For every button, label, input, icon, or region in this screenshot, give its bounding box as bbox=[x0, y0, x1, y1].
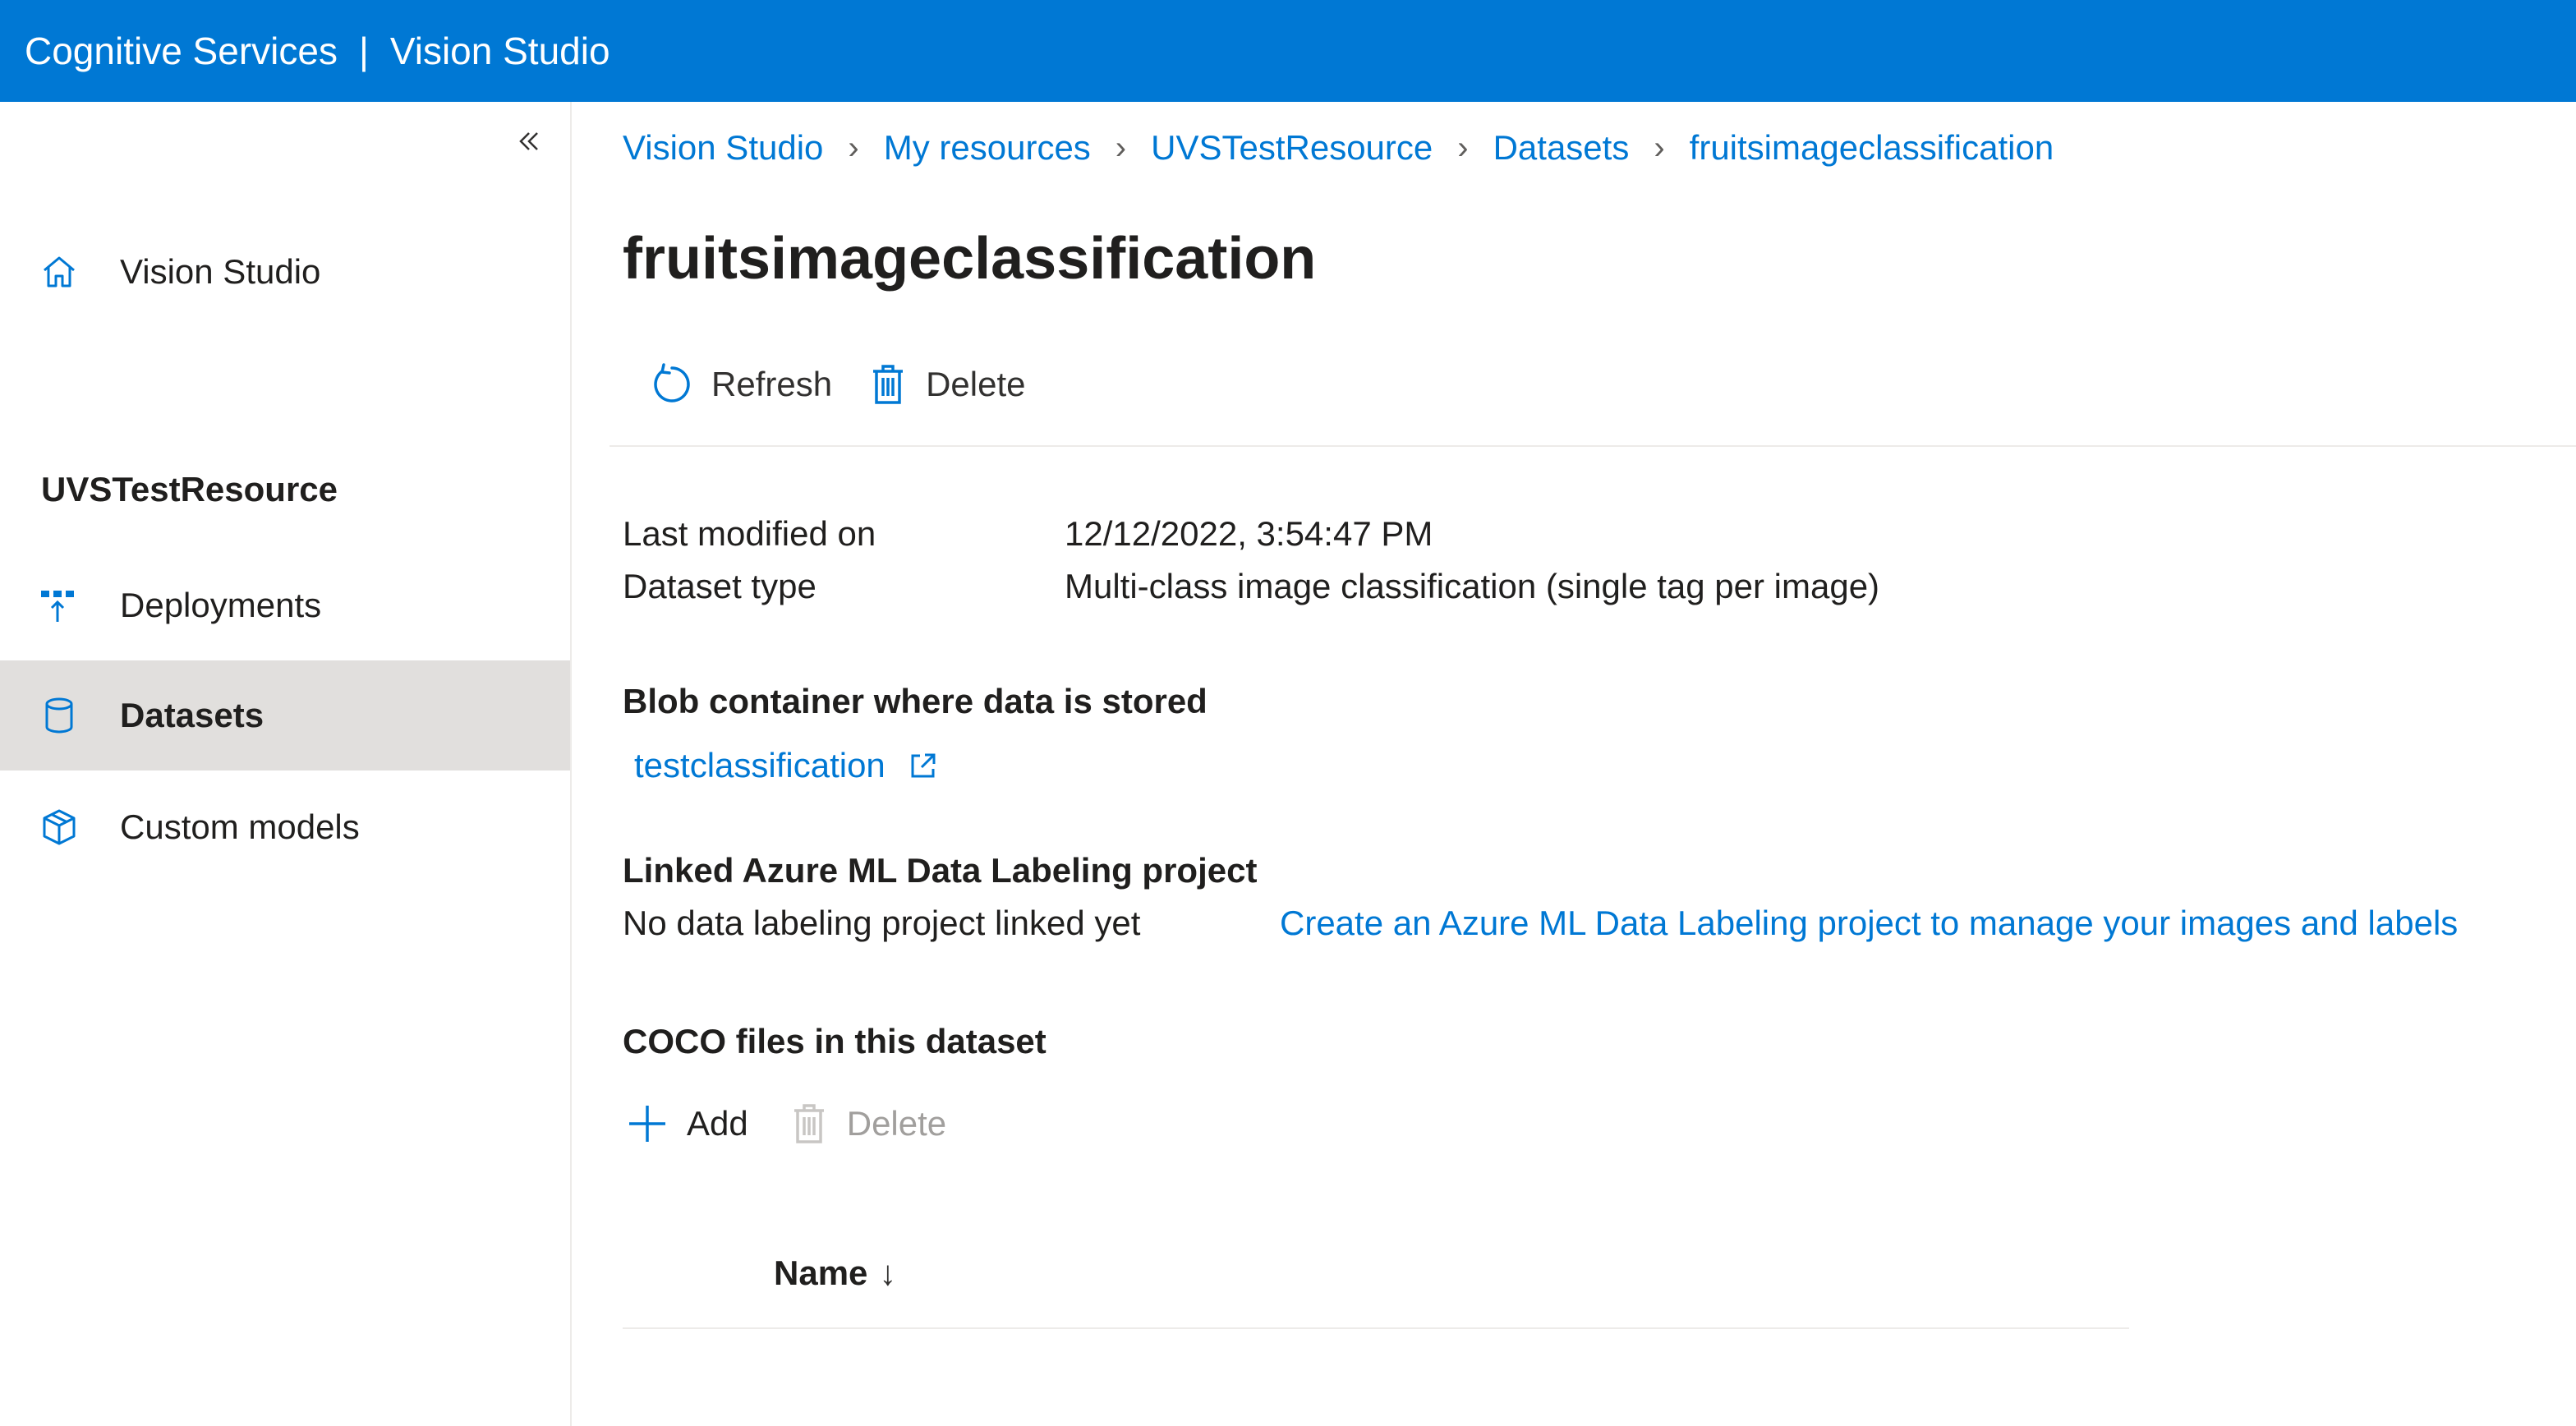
chevron-right-icon: › bbox=[1654, 129, 1665, 166]
refresh-button[interactable]: Refresh bbox=[651, 363, 832, 406]
column-header-label: Name bbox=[774, 1254, 868, 1292]
blob-heading: Blob container where data is stored bbox=[623, 682, 1208, 720]
breadcrumb-my-resources[interactable]: My resources bbox=[884, 128, 1091, 168]
toolbar-divider bbox=[610, 445, 2576, 447]
app-title[interactable]: Vision Studio bbox=[390, 29, 610, 73]
external-link-icon bbox=[911, 753, 936, 778]
create-labeling-project-link[interactable]: Create an Azure ML Data Labeling project… bbox=[1280, 904, 2458, 943]
cube-icon bbox=[39, 807, 79, 847]
refresh-label: Refresh bbox=[711, 365, 833, 403]
breadcrumb-datasets[interactable]: Datasets bbox=[1493, 128, 1630, 168]
sort-down-icon: ↓ bbox=[879, 1254, 897, 1292]
column-header-name[interactable]: Name ↓ bbox=[774, 1254, 896, 1293]
home-icon bbox=[39, 252, 79, 292]
coco-toolbar: Add Delete bbox=[626, 1102, 982, 1145]
sidebar-item-deployments[interactable]: Deployments bbox=[0, 550, 570, 660]
page-title: fruitsimageclassification bbox=[623, 226, 1317, 292]
labeling-status: No data labeling project linked yet bbox=[623, 904, 1141, 942]
sidebar-item-datasets[interactable]: Datasets bbox=[0, 660, 570, 770]
breadcrumb: Vision Studio › My resources › UVSTestRe… bbox=[623, 128, 2054, 168]
coco-heading: COCO files in this dataset bbox=[623, 1022, 1046, 1060]
breadcrumb-resource[interactable]: UVSTestResource bbox=[1151, 128, 1433, 168]
chevron-right-icon: › bbox=[1115, 129, 1127, 166]
table-header-divider bbox=[623, 1327, 2129, 1329]
trash-icon bbox=[794, 1104, 824, 1143]
deployments-icon bbox=[39, 586, 79, 625]
add-button[interactable]: Add bbox=[626, 1102, 748, 1145]
trash-icon bbox=[873, 365, 904, 404]
breadcrumb-vision-studio[interactable]: Vision Studio bbox=[623, 128, 823, 168]
detail-label: Last modified on bbox=[623, 514, 876, 553]
sidebar-item-label: Deployments bbox=[120, 586, 322, 624]
sidebar-item-label: Datasets bbox=[120, 696, 264, 734]
chevron-right-icon: › bbox=[848, 129, 859, 166]
main-content: Vision Studio › My resources › UVSTestRe… bbox=[572, 102, 2576, 1426]
blob-link-label[interactable]: testclassification bbox=[634, 746, 886, 785]
brand-title[interactable]: Cognitive Services bbox=[25, 29, 338, 73]
delete-button[interactable]: Delete bbox=[868, 363, 1025, 406]
page-toolbar: Refresh Delete bbox=[651, 363, 1061, 406]
sidebar-item-vision-studio[interactable]: Vision Studio bbox=[0, 217, 570, 327]
add-label: Add bbox=[687, 1104, 748, 1143]
refresh-icon bbox=[654, 363, 690, 402]
detail-value: 12/12/2022, 3:54:47 PM bbox=[1065, 514, 1433, 553]
database-icon bbox=[39, 696, 79, 735]
plus-icon bbox=[629, 1106, 665, 1142]
blob-link[interactable]: testclassification bbox=[634, 746, 938, 785]
sidebar-item-label: Vision Studio bbox=[120, 252, 321, 291]
coco-delete-button[interactable]: Delete bbox=[789, 1102, 946, 1145]
chevron-right-icon: › bbox=[1457, 129, 1469, 166]
top-app-bar: Cognitive Services | Vision Studio bbox=[0, 0, 2576, 102]
sidebar-item-custom-models[interactable]: Custom models bbox=[0, 772, 570, 882]
coco-delete-label: Delete bbox=[846, 1104, 947, 1143]
detail-label: Dataset type bbox=[623, 567, 816, 605]
sidebar: Vision Studio UVSTestResource Deployment… bbox=[0, 102, 572, 1426]
sidebar-item-label: Custom models bbox=[120, 807, 360, 846]
delete-label: Delete bbox=[926, 365, 1026, 403]
breadcrumb-current[interactable]: fruitsimageclassification bbox=[1690, 128, 2054, 168]
header-separator: | bbox=[358, 30, 369, 72]
labeling-heading: Linked Azure ML Data Labeling project bbox=[623, 851, 1258, 890]
double-chevron-left-icon[interactable] bbox=[514, 126, 544, 156]
sidebar-resource-name: UVSTestResource bbox=[41, 470, 338, 508]
detail-value: Multi-class image classification (single… bbox=[1065, 567, 1880, 605]
